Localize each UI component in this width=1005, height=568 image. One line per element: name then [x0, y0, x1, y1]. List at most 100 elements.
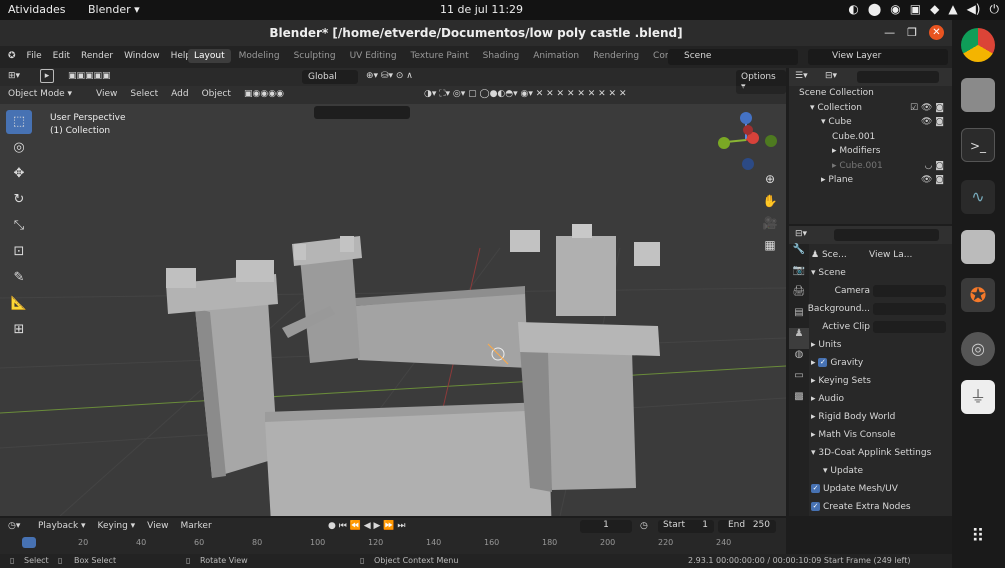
zoom-icon[interactable]: ⊕ — [760, 172, 780, 194]
outliner-row[interactable]: ▸ Cube.001 ◡ ◙ — [789, 159, 952, 174]
scale-icon[interactable]: ⤡ — [6, 214, 32, 238]
gizmo-overlay-icon[interactable]: ◑▾ ⛶▾ ◎▾ ▢ ◯●◐◓▾ ◉▾ ✕ ✕ ✕ ✕ ✕ ✕ ✕ ✕ ✕ — [424, 89, 627, 99]
property-value-field[interactable] — [873, 285, 946, 297]
timeline-menu[interactable]: Keying ▾ — [98, 521, 136, 531]
visibility-toggle-icon[interactable]: 👁 ◙ — [921, 173, 944, 188]
usb-drive-icon[interactable]: ⏚ — [961, 380, 995, 414]
maximize-icon[interactable]: ❐ — [907, 26, 917, 39]
tray-icon[interactable]: ◆ — [930, 2, 939, 17]
world-tab-icon[interactable]: ◍ — [789, 349, 809, 370]
timeline-menu[interactable]: Marker — [181, 521, 212, 531]
scene-selector[interactable]: Scene — [668, 49, 798, 65]
outliner-row[interactable]: ▸ Modifiers — [789, 144, 952, 159]
settings-icon[interactable] — [961, 230, 995, 264]
visibility-toggle-icon[interactable]: ◡ ◙ — [925, 159, 944, 174]
panel-header-gravity[interactable]: ▸ ✓ Gravity — [811, 354, 952, 372]
tray-icon[interactable]: ⏻ — [990, 2, 1000, 17]
layer-context-label[interactable]: View La... — [869, 246, 912, 264]
grid-view-icon[interactable]: ▦ — [760, 238, 780, 260]
annotate-icon[interactable]: ✎ — [6, 266, 32, 290]
tab-uv-editing[interactable]: UV Editing — [344, 49, 403, 63]
viewport-menu-select[interactable]: Select — [130, 89, 158, 99]
tray-icon[interactable]: ▲ — [948, 2, 957, 17]
visibility-toggle-icon[interactable]: 👁 ◙ — [921, 115, 944, 130]
tray-icon[interactable]: ▣ — [910, 2, 921, 17]
3d-viewport[interactable]: ⊞▾ ▸ ▣▣▣▣▣ Global ⊕▾ ⛁▾ ⊙ ∧ Options ▾ Ob… — [0, 68, 786, 516]
panel-header-3d-coat-applink-settings[interactable]: ▾ 3D-Coat Applink Settings — [811, 444, 952, 462]
terminal-icon[interactable]: >_ — [961, 128, 995, 162]
camera-view-icon[interactable]: 🎥 — [760, 216, 780, 238]
select-box-icon[interactable]: ⬚ — [6, 110, 32, 134]
panel-header-rigid-body-world[interactable]: ▸ Rigid Body World — [811, 408, 952, 426]
select-mode-icon[interactable]: ▸ — [40, 69, 54, 83]
tab-layout[interactable]: Layout — [188, 49, 231, 63]
mode-selector[interactable]: Object Mode ▾ — [8, 89, 72, 99]
update-subpanel[interactable]: ▾ Update — [811, 462, 952, 480]
pan-hand-icon[interactable]: ✋ — [760, 194, 780, 216]
tray-icon[interactable]: ◐ — [848, 2, 858, 17]
editor-type-icon[interactable]: ⊞▾ — [8, 71, 20, 81]
current-frame-field[interactable]: 1 — [580, 520, 632, 533]
stopwatch-icon[interactable]: ◷ — [640, 521, 648, 531]
cursor-icon[interactable]: ◎ — [6, 136, 32, 160]
outliner-row[interactable]: Cube.001 — [789, 130, 952, 145]
outliner-row[interactable]: ▾ Cube 👁 ◙ — [789, 115, 952, 130]
blender-logo-icon[interactable]: ✪ — [8, 51, 16, 61]
tab-animation[interactable]: Animation — [527, 49, 585, 63]
properties-search-input[interactable] — [834, 229, 939, 241]
viewport-search-input[interactable] — [314, 106, 410, 119]
view-layer-selector[interactable]: View Layer — [808, 49, 948, 65]
checkbox[interactable]: ✓ — [811, 502, 820, 511]
tray-icon[interactable]: ⬤ — [868, 2, 881, 17]
texture-tab-icon[interactable]: ▩ — [789, 391, 809, 412]
start-frame-field[interactable]: Start 1 — [658, 520, 714, 533]
view-layer-tab-icon[interactable]: ▤ — [789, 307, 809, 328]
show-apps-icon[interactable]: ⠿ — [961, 520, 995, 554]
tray-icon[interactable]: ◀) — [967, 2, 981, 17]
chrome-icon[interactable] — [961, 28, 995, 62]
check-row[interactable]: ✓ Update Mesh/UV — [811, 480, 952, 498]
selection-modes-icon[interactable]: ▣▣▣▣▣ — [68, 71, 111, 81]
timeline-menu[interactable]: Playback ▾ — [38, 521, 86, 531]
viewport-menu-object[interactable]: Object — [202, 89, 231, 99]
visibility-icon[interactable]: ▣◉◉◉◉ — [244, 89, 284, 99]
menu-edit[interactable]: Edit — [53, 51, 70, 61]
property-value-field[interactable] — [873, 303, 946, 315]
transform-orientation[interactable]: Global — [302, 70, 358, 84]
timeline-menu[interactable]: View — [147, 521, 168, 531]
visibility-toggle-icon[interactable]: ☑ 👁 ◙ — [910, 101, 944, 116]
viewport-menu-add[interactable]: Add — [171, 89, 188, 99]
measure-icon[interactable]: 📐 — [6, 292, 32, 316]
outliner-row[interactable]: ▾ Collection ☑ 👁 ◙ — [789, 101, 952, 116]
viewport-menu-view[interactable]: View — [96, 89, 117, 99]
move-icon[interactable]: ✥ — [6, 162, 32, 186]
app-menu[interactable]: Blender ▾ — [88, 3, 140, 16]
activities-button[interactable]: Atividades — [8, 3, 65, 16]
blender-app-icon[interactable]: ✪ — [961, 278, 995, 312]
minimize-icon[interactable]: — — [884, 26, 895, 39]
timeline-editor-icon[interactable]: ◷▾ — [8, 521, 20, 531]
scene-panel-header[interactable]: ▾ Scene — [811, 264, 952, 282]
property-value-field[interactable] — [873, 321, 946, 333]
add-cube-icon[interactable]: ⊞ — [6, 318, 32, 342]
system-monitor-icon[interactable]: ∿ — [961, 180, 995, 214]
tab-texture-paint[interactable]: Texture Paint — [405, 49, 475, 63]
tab-modeling[interactable]: Modeling — [233, 49, 286, 63]
tool-tab-icon[interactable]: 🔧 — [789, 244, 809, 265]
transform-icon[interactable]: ⊡ — [6, 240, 32, 264]
tab-shading[interactable]: Shading — [477, 49, 526, 63]
menu-file[interactable]: File — [27, 51, 42, 61]
pivot-icon[interactable]: ⊕▾ ⛁▾ ⊙ ∧ — [366, 71, 413, 81]
disk-icon[interactable]: ◎ — [961, 332, 995, 366]
system-tray[interactable]: ◐ ⬤ ◉ ▣ ◆ ▲ ◀) ⏻ — [848, 2, 999, 17]
outliner-search-input[interactable] — [857, 71, 939, 83]
panel-header-math-vis-console[interactable]: ▸ Math Vis Console — [811, 426, 952, 444]
close-icon[interactable]: ✕ — [929, 25, 944, 40]
tab-sculpting[interactable]: Sculpting — [288, 49, 342, 63]
rotate-icon[interactable]: ↻ — [6, 188, 32, 212]
panel-header-units[interactable]: ▸ Units — [811, 336, 952, 354]
clock[interactable]: 11 de jul 11:29 — [440, 3, 523, 16]
scene-tab-icon[interactable]: ♟ — [789, 328, 809, 349]
outliner-editor-icon[interactable]: ☰▾ — [795, 71, 808, 81]
filter-display-icon[interactable]: ⊟▾ — [825, 71, 837, 81]
